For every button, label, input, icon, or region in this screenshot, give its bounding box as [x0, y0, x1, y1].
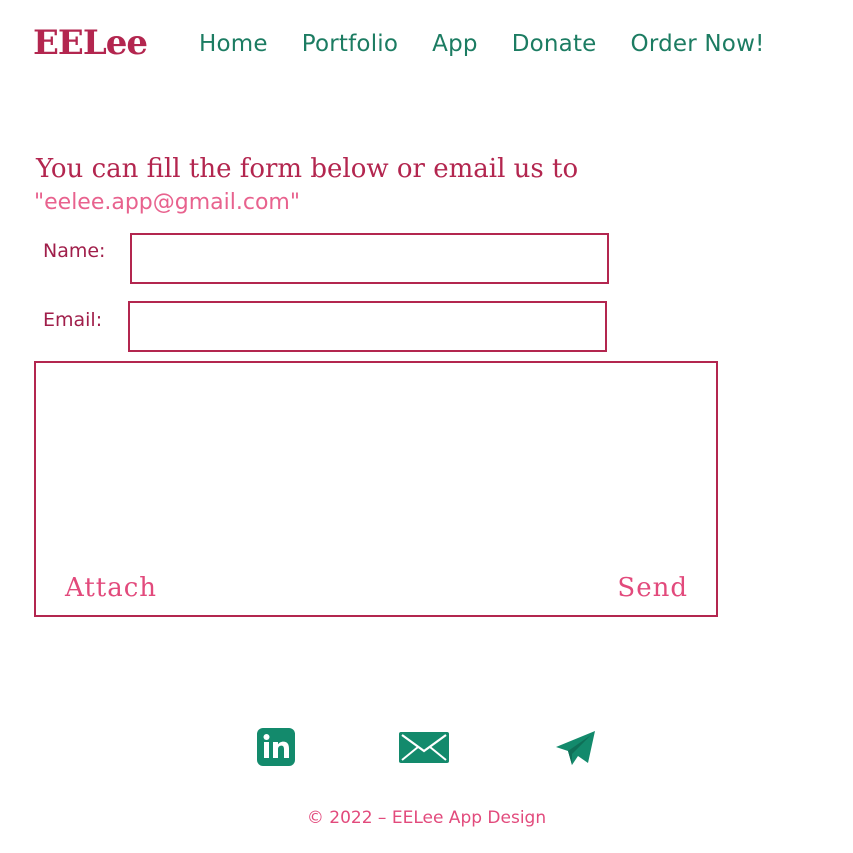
- message-textarea[interactable]: [44, 371, 712, 565]
- email-label: Email:: [43, 309, 103, 331]
- main-nav: Home Portfolio App Donate Order Now!: [199, 26, 765, 62]
- linkedin-icon[interactable]: [257, 728, 295, 770]
- nav-donate[interactable]: Donate: [512, 31, 597, 57]
- nav-portfolio[interactable]: Portfolio: [302, 31, 398, 57]
- contact-email-text: "eelee.app@gmail.com": [34, 190, 300, 215]
- site-logo[interactable]: EELee: [33, 22, 148, 64]
- mail-icon[interactable]: [399, 732, 449, 767]
- attach-button[interactable]: Attach: [65, 571, 157, 605]
- nav-home[interactable]: Home: [199, 31, 268, 57]
- nav-app[interactable]: App: [432, 31, 478, 57]
- intro-text: You can fill the form below or email us …: [36, 154, 579, 184]
- email-input[interactable]: [128, 301, 607, 352]
- telegram-icon[interactable]: [555, 730, 597, 770]
- name-input[interactable]: [130, 233, 609, 284]
- footer-copyright: © 2022 – EELee App Design: [306, 808, 547, 828]
- message-box: Attach Send: [34, 361, 718, 617]
- nav-order-now[interactable]: Order Now!: [631, 31, 765, 57]
- name-label: Name:: [43, 240, 106, 262]
- send-button[interactable]: Send: [617, 571, 688, 605]
